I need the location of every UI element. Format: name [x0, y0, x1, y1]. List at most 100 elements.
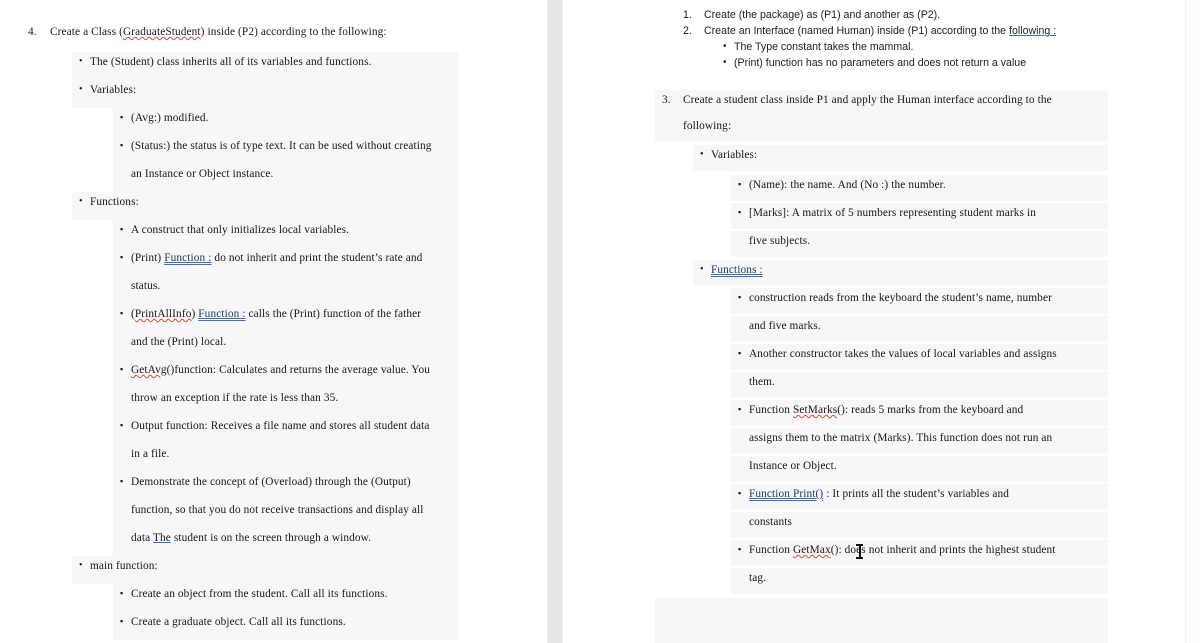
- grammar-flag: Functions :: [711, 264, 763, 276]
- grammar-flag: The: [153, 532, 171, 544]
- paragraph-text: an Instance or Object instance.: [131, 168, 274, 180]
- paragraph-row[interactable]: (Print) Function : do not inherit and pr…: [113, 248, 458, 276]
- paragraph-row[interactable]: [Marks]: A matrix of 5 numbers represent…: [731, 203, 1108, 229]
- paragraph-text: Functions:: [90, 196, 139, 208]
- paragraph-text: Create a graduate object. Call all its f…: [131, 616, 346, 628]
- paragraph-text: (Avg:) modified.: [131, 112, 209, 124]
- paragraph-row[interactable]: following:: [655, 116, 1108, 142]
- paragraph-text: status.: [131, 280, 161, 292]
- paragraph-row[interactable]: A construct that only initializes local …: [113, 220, 458, 248]
- paragraph-text: Create an object from the student. Call …: [131, 588, 388, 600]
- paragraph-row[interactable]: tag.: [731, 568, 1108, 594]
- paragraph-row[interactable]: Functions :: [693, 260, 1108, 286]
- paragraph-row[interactable]: GetAvg()function: Calculates and returns…: [113, 360, 458, 388]
- paragraph-row[interactable]: and five marks.: [731, 316, 1108, 342]
- paragraph-text: five subjects.: [749, 235, 811, 247]
- paragraph-text: Function SetMarks(): reads 5 marks from …: [749, 404, 1024, 416]
- paragraph-row[interactable]: construction reads from the keyboard the…: [731, 288, 1108, 314]
- paragraph-row[interactable]: assigns them to the matrix (Marks). This…: [731, 428, 1108, 454]
- paragraph-row[interactable]: (PrintAllInfo) Function : calls the (Pri…: [113, 304, 458, 332]
- paragraph-row[interactable]: (Name): the name. And (No :) the number.: [731, 175, 1108, 201]
- paragraph-text: them.: [749, 376, 775, 388]
- grammar-flag: Function :: [198, 308, 246, 320]
- paragraph-text: Variables:: [711, 149, 758, 161]
- paragraph-row[interactable]: Output function: Receives a file name an…: [113, 416, 458, 444]
- paragraph-text: [Marks]: A matrix of 5 numbers represent…: [749, 207, 1036, 219]
- paragraph-text: assigns them to the matrix (Marks). This…: [749, 432, 1053, 444]
- paragraph-text: constants: [749, 516, 793, 528]
- paragraph-row[interactable]: Another constructor takes the values of …: [731, 344, 1108, 370]
- paragraph-text: (PrintAllInfo) Function : calls the (Pri…: [131, 308, 422, 320]
- paragraph-text: tag.: [749, 572, 767, 584]
- paragraph-row[interactable]: Instance or Object.: [731, 456, 1108, 482]
- paragraph-text: in a file.: [131, 448, 170, 460]
- document-viewport: 4. Create a Class (GraduateStudent) insid…: [0, 0, 1200, 643]
- paragraph-text: function, so that you do not receive tra…: [131, 504, 424, 516]
- paragraph-row[interactable]: in a file.: [113, 444, 458, 472]
- list-number: 2.: [683, 25, 692, 37]
- paragraph-text: Demonstrate the concept of (Overload) th…: [131, 476, 411, 488]
- paragraph-text: Another constructor takes the values of …: [749, 348, 1057, 360]
- paragraph-text: Variables:: [90, 84, 137, 96]
- paragraph-row[interactable]: Demonstrate the concept of (Overload) th…: [113, 472, 458, 500]
- paragraph-row[interactable]: throw an exception if the rate is less t…: [113, 388, 458, 416]
- paragraph-text: (Print) function has no parameters and d…: [734, 57, 1027, 69]
- paragraph-row[interactable]: Variables:: [693, 145, 1108, 171]
- document-page-right[interactable]: 1. Create (the package) as (P1) and anoth…: [563, 0, 1185, 643]
- paragraph-row[interactable]: 4. Create a Class (GraduateStudent) insid…: [28, 24, 460, 42]
- list-number: 1.: [683, 9, 692, 21]
- paragraph-row[interactable]: (Avg:) modified.: [113, 108, 458, 136]
- paragraph-text: Function Print() : It prints all the stu…: [749, 488, 1009, 500]
- paragraph-text: and the (Print) local.: [131, 336, 227, 348]
- paragraph-row[interactable]: (Status:) the status is of type text. It…: [113, 136, 458, 164]
- paragraph-row[interactable]: function, so that you do not receive tra…: [113, 500, 458, 528]
- paragraph-row[interactable]: data The student is on the screen throug…: [113, 528, 458, 556]
- paragraph-row[interactable]: Create a graduate object. Call all its f…: [113, 612, 458, 640]
- paragraph-text: following:: [683, 120, 732, 132]
- paragraph-text: Create a Class (GraduateStudent) inside …: [50, 26, 387, 38]
- paragraph-text: and five marks.: [749, 320, 821, 332]
- paragraph-row[interactable]: The (Student) class inherits all of its …: [72, 52, 458, 80]
- paragraph-text: A construct that only initializes local …: [131, 224, 350, 236]
- paragraph-text: (Name): the name. And (No :) the number.: [749, 179, 946, 191]
- paragraph-text: Function GetMax(): does not inherit and …: [749, 544, 1056, 556]
- paragraph-row[interactable]: Function Print() : It prints all the stu…: [731, 484, 1108, 510]
- paragraph-text: Output function: Receives a file name an…: [131, 420, 430, 432]
- paragraph-row[interactable]: Variables:: [72, 80, 458, 108]
- paragraph-text: (Status:) the status is of type text. It…: [131, 140, 432, 152]
- paragraph-row[interactable]: 1. Create (the package) as (P1) and anoth…: [683, 10, 1143, 25]
- paragraph-row[interactable]: five subjects.: [731, 231, 1108, 257]
- paragraph-row[interactable]: them.: [731, 372, 1108, 398]
- paragraph-text: Create an Interface (named Human) inside…: [704, 25, 1057, 37]
- grammar-flag: Function :: [164, 252, 212, 264]
- empty-paragraph-block[interactable]: [655, 598, 1108, 643]
- paragraph-row[interactable]: an Instance or Object instance.: [113, 164, 458, 192]
- paragraph-row[interactable]: The Type constant takes the mammal.: [718, 42, 1143, 57]
- paragraph-row[interactable]: Function SetMarks(): reads 5 marks from …: [731, 400, 1108, 426]
- paragraph-row[interactable]: Create an object from the student. Call …: [113, 584, 458, 612]
- paragraph-row[interactable]: status.: [113, 276, 458, 304]
- paragraph-text: throw an exception if the rate is less t…: [131, 392, 339, 404]
- paragraph-row[interactable]: 2. Create an Interface (named Human) insi…: [683, 26, 1143, 41]
- page-right-margin-edge: [1185, 0, 1200, 643]
- paragraph-text: main function:: [90, 560, 158, 572]
- paragraph-row[interactable]: Functions:: [72, 192, 458, 220]
- paragraph-text: Instance or Object.: [749, 460, 837, 472]
- document-page-left[interactable]: 4. Create a Class (GraduateStudent) insid…: [0, 0, 547, 643]
- paragraph-text: Create a student class inside P1 and app…: [683, 94, 1052, 106]
- paragraph-row[interactable]: constants: [731, 512, 1108, 538]
- paragraph-text: construction reads from the keyboard the…: [749, 292, 1052, 304]
- paragraph-row[interactable]: 3. Create a student class inside P1 and a…: [655, 90, 1108, 116]
- paragraph-row[interactable]: (Print) function has no parameters and d…: [718, 58, 1143, 73]
- paragraph-text: GetAvg()function: Calculates and returns…: [131, 364, 430, 376]
- list-number: 4.: [28, 26, 37, 38]
- paragraph-row[interactable]: and the (Print) local.: [113, 332, 458, 360]
- paragraph-text: data The student is on the screen throug…: [131, 532, 372, 544]
- paragraph-text: (Print) Function : do not inherit and pr…: [131, 252, 423, 264]
- paragraph-row[interactable]: main function:: [72, 556, 458, 584]
- list-number: 3.: [662, 94, 671, 106]
- paragraph-text: The Type constant takes the mammal.: [734, 41, 914, 53]
- grammar-flag: Function Print(): [749, 488, 824, 500]
- paragraph-row[interactable]: Function GetMax(): does not inherit and …: [731, 540, 1108, 566]
- paragraph-text: The (Student) class inherits all of its …: [90, 56, 372, 68]
